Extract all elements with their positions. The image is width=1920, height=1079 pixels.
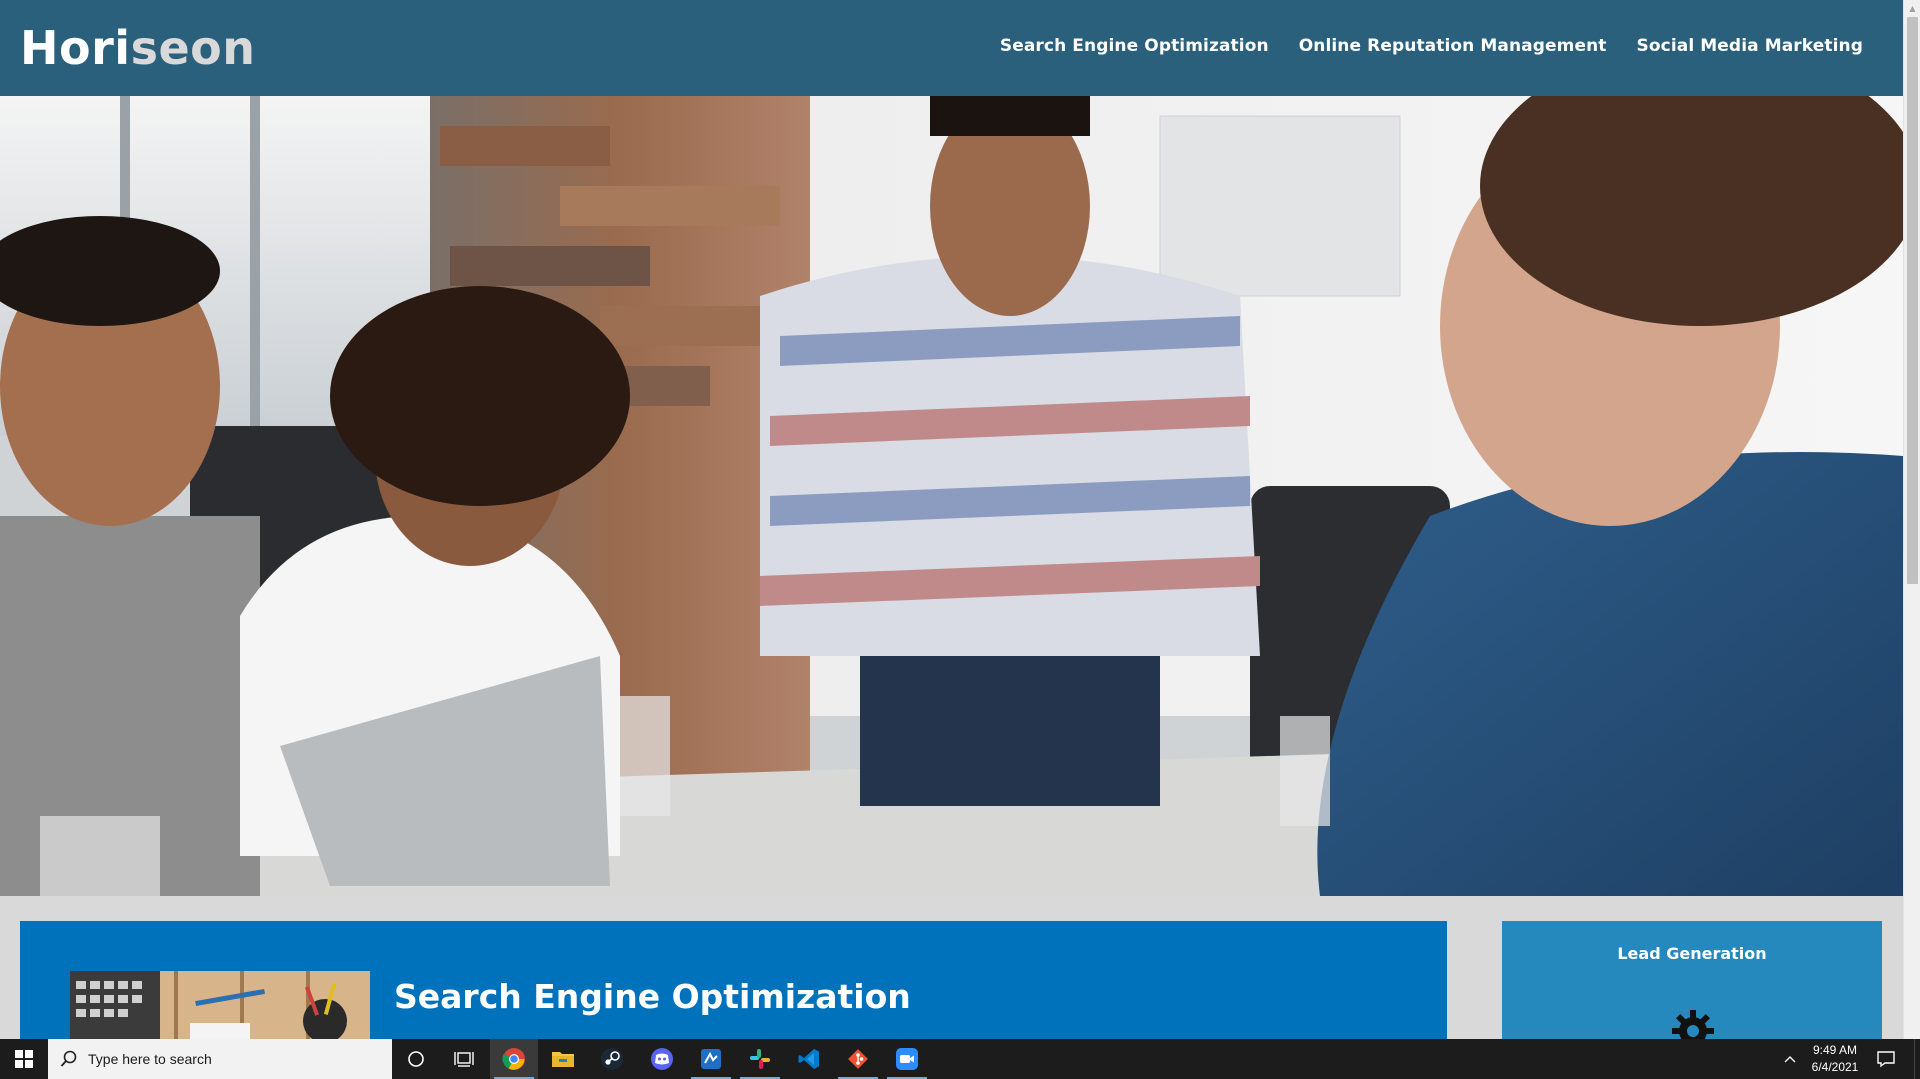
show-desktop-button[interactable] xyxy=(1914,1039,1920,1079)
cortana-icon xyxy=(408,1051,424,1067)
scroll-up-arrow-icon[interactable]: ▲ xyxy=(1904,0,1920,17)
search-placeholder: Type here to search xyxy=(88,1051,212,1067)
gear-icon xyxy=(1672,1010,1714,1039)
chrome-icon xyxy=(502,1048,525,1070)
nav-link-social-media[interactable]: Social Media Marketing xyxy=(1637,36,1863,56)
vscode-icon xyxy=(798,1049,819,1069)
site-header: Horiseon Search Engine Optimization Onli… xyxy=(0,0,1903,96)
taskbar-app-slack[interactable] xyxy=(736,1039,784,1079)
nav-link-seo[interactable]: Search Engine Optimization xyxy=(1000,36,1269,56)
taskbar-app-discord[interactable] xyxy=(638,1039,686,1079)
taskbar-app-azure-data-studio[interactable] xyxy=(687,1039,735,1079)
taskbar-app-file-explorer[interactable] xyxy=(539,1039,587,1079)
action-center-button[interactable] xyxy=(1866,1039,1906,1079)
scrollbar-thumb[interactable] xyxy=(1907,17,1918,584)
taskbar-search-box[interactable]: Type here to search xyxy=(48,1039,392,1079)
cortana-button[interactable] xyxy=(392,1039,440,1079)
windows-logo-icon xyxy=(15,1050,33,1068)
taskbar-app-zoom[interactable] xyxy=(883,1039,931,1079)
notification-icon xyxy=(1877,1051,1895,1068)
seo-thumbnail-image xyxy=(70,971,370,1039)
show-hidden-icons-button[interactable] xyxy=(1778,1039,1802,1079)
git-icon xyxy=(848,1049,868,1069)
lead-generation-title: Lead Generation xyxy=(1617,944,1767,963)
logo-text-seon: seon xyxy=(130,21,256,75)
file-explorer-icon xyxy=(552,1052,574,1067)
nav-link-reputation[interactable]: Online Reputation Management xyxy=(1299,36,1607,56)
clock-time: 9:49 AM xyxy=(1812,1043,1858,1057)
clock-date: 6/4/2021 xyxy=(1811,1060,1859,1074)
taskbar-app-git[interactable] xyxy=(834,1039,882,1079)
main-nav: Search Engine Optimization Online Reputa… xyxy=(1000,36,1863,56)
taskbar-app-steam[interactable] xyxy=(588,1039,636,1079)
task-view-icon xyxy=(454,1052,474,1067)
browser-viewport: Horiseon Search Engine Optimization Onli… xyxy=(0,0,1903,1039)
chevron-up-icon xyxy=(1784,1056,1796,1063)
azure-data-studio-icon xyxy=(701,1049,721,1069)
search-icon xyxy=(60,1050,77,1067)
lead-generation-card: Lead Generation xyxy=(1502,921,1882,1039)
seo-card: Search Engine Optimization xyxy=(20,921,1447,1039)
taskbar-app-vscode[interactable] xyxy=(785,1039,833,1079)
logo-text-hori: Hori xyxy=(20,21,131,75)
slack-icon xyxy=(750,1049,770,1069)
taskbar: Type here to search 9:49 AM 6/4/2021 xyxy=(0,1039,1920,1079)
site-logo[interactable]: Horiseon xyxy=(20,20,256,76)
hero-image xyxy=(0,96,1903,896)
taskbar-clock[interactable]: 9:49 AM 6/4/2021 xyxy=(1804,1042,1866,1076)
task-view-button[interactable] xyxy=(440,1039,488,1079)
seo-card-title: Search Engine Optimization xyxy=(394,977,911,1016)
start-button[interactable] xyxy=(0,1039,48,1079)
hero-meeting-photo xyxy=(0,96,1903,896)
taskbar-app-chrome[interactable] xyxy=(490,1039,538,1079)
vertical-scrollbar[interactable]: ▲ xyxy=(1903,0,1920,1039)
discord-icon xyxy=(651,1048,673,1070)
steam-icon xyxy=(601,1048,623,1070)
zoom-icon xyxy=(896,1048,918,1070)
